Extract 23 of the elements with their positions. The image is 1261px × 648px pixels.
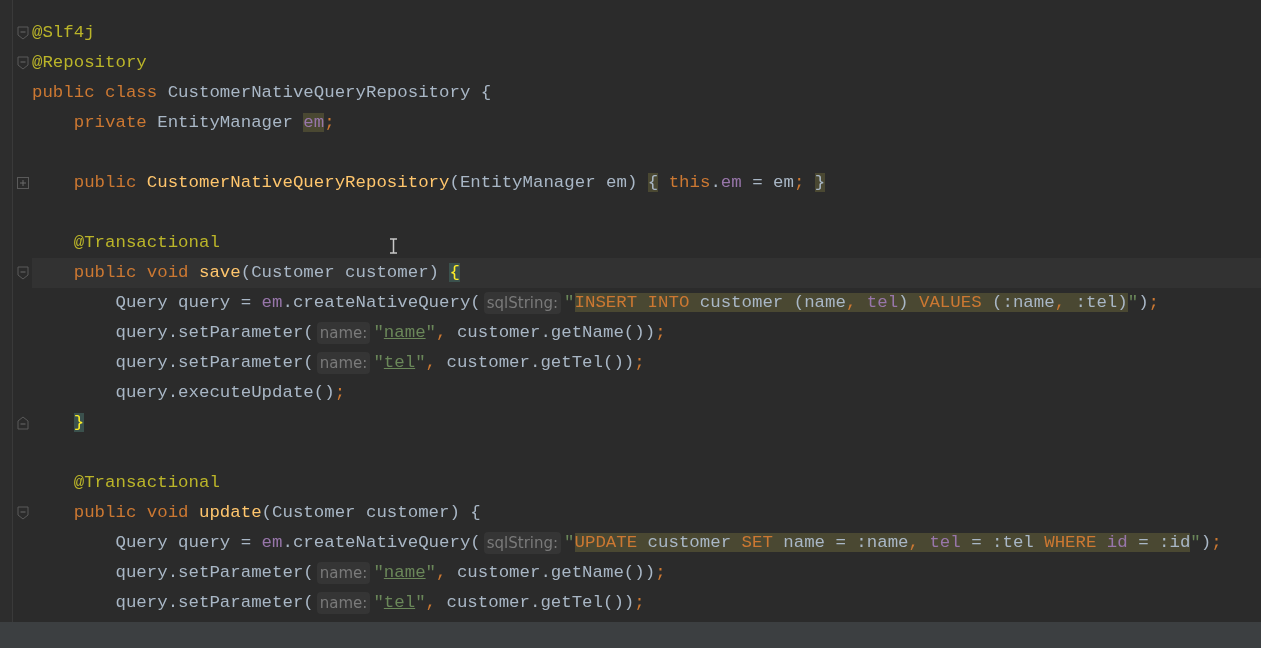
fold-icon[interactable]	[16, 26, 29, 40]
code-line: query.setParameter( name: "tel", customer.getTel());	[32, 588, 645, 618]
fold-icon[interactable]	[16, 56, 29, 70]
code-line: @Repository	[32, 51, 147, 74]
fold-icon[interactable]	[16, 416, 29, 430]
code-line: public class CustomerNativeQueryRepository {	[32, 81, 492, 104]
code-line: Query query = em.createNativeQuery( sqlString: "UPDATE customer SET name = :name, tel = :tel WHERE id = :id");	[32, 528, 1222, 558]
code-line: query.executeUpdate();	[114, 381, 346, 404]
code-line: public CustomerNativeQueryRepository(EntityManager em) { this.em = em; }	[72, 171, 826, 194]
code-line: query.setParameter( name: "name", customer.getName());	[32, 318, 666, 348]
expand-icon[interactable]	[16, 177, 29, 189]
code-line: public void save(Customer customer) {	[72, 261, 460, 284]
code-line: @Transactional	[72, 231, 220, 254]
text-cursor-icon	[389, 238, 398, 254]
code-line: query.setParameter( name: "name", customer.getName());	[32, 558, 666, 588]
code-line: @Transactional	[72, 471, 220, 494]
code-line: @Slf4j	[32, 21, 95, 44]
fold-icon[interactable]	[16, 266, 29, 280]
code-line: Query query = em.createNativeQuery( sqlString: "INSERT INTO customer (name, tel) VALUES (:name, :tel)");	[32, 288, 1159, 318]
fold-icon[interactable]	[16, 506, 29, 520]
code-line: public void update(Customer customer) {	[72, 501, 481, 524]
code-line: private EntityManager em;	[72, 111, 335, 134]
code-line: query.setParameter( name: "tel", customer.getTel());	[32, 348, 645, 378]
